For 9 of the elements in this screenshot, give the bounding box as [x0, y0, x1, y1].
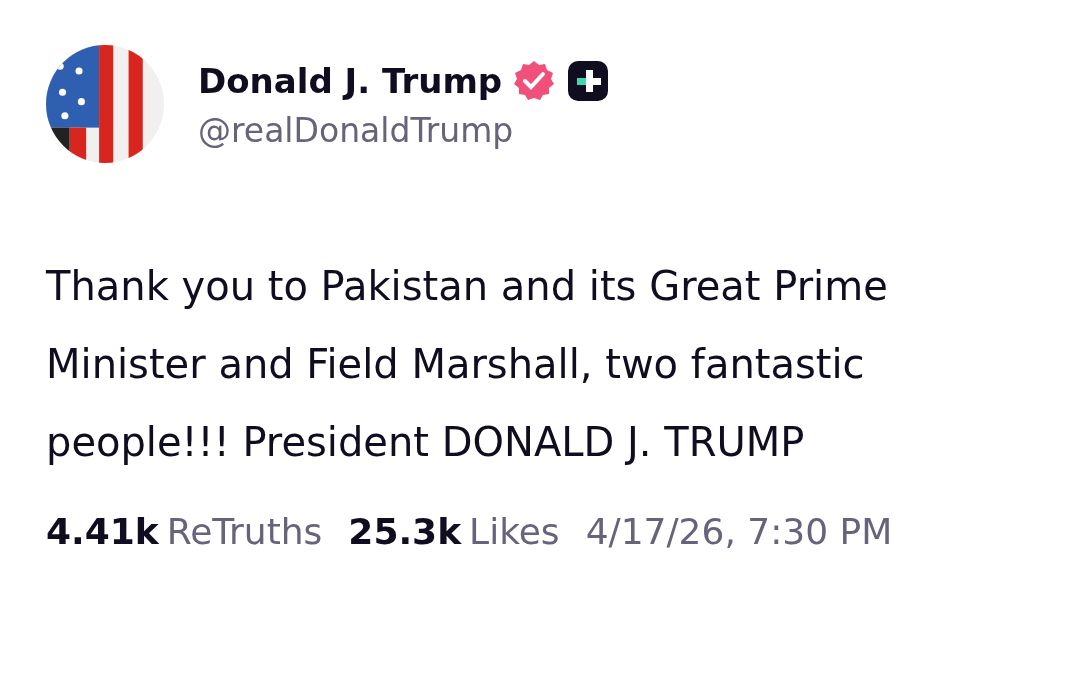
- stat-count: 4.41k: [46, 511, 159, 552]
- stat-count: 25.3k: [348, 511, 462, 552]
- stat-label: ReTruths: [166, 511, 323, 552]
- post-timestamp: 4/17/26, 7:30 PM: [585, 511, 893, 552]
- plus-badge-icon: [566, 58, 611, 103]
- author-handle[interactable]: @realDonaldTrump: [198, 110, 611, 150]
- post-text: Thank you to Pakistan and its Great Prime Minister and Field Marshall, two fantastic people!!! President DONALD J. TRUMP: [46, 262, 889, 467]
- stat-label: Likes: [469, 511, 560, 552]
- author-name[interactable]: Donald J. Trump: [198, 60, 503, 101]
